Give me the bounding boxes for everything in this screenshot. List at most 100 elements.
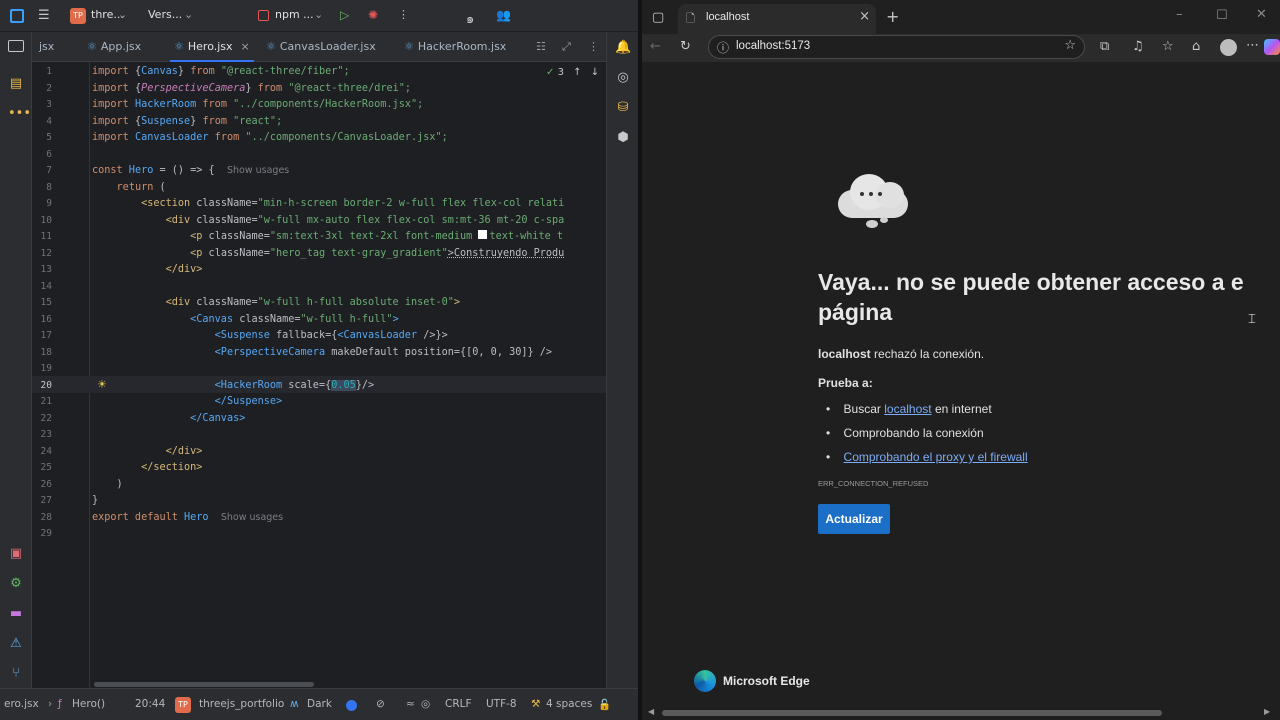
favorites-icon[interactable]: ☆: [1162, 39, 1174, 55]
settings-more-icon[interactable]: ⋯: [1246, 38, 1259, 54]
close-window-icon[interactable]: ✕: [1256, 7, 1267, 23]
page-hscrollbar[interactable]: [662, 710, 1162, 716]
chevron-down-icon[interactable]: ⌄: [314, 8, 323, 21]
lock-icon[interactable]: 🔓: [598, 698, 611, 711]
structure-icon[interactable]: ▤: [8, 76, 24, 92]
editor-hscrollbar[interactable]: [94, 682, 314, 687]
tab-app-jsx[interactable]: ⚛ App.jsx: [87, 32, 141, 62]
tab-list-icon[interactable]: ☷: [536, 32, 546, 62]
line-ending[interactable]: CRLF: [445, 698, 472, 710]
services-icon[interactable]: ⚙: [8, 576, 24, 592]
database-icon[interactable]: ⛁: [615, 100, 631, 116]
project-badge[interactable]: TP: [70, 8, 86, 24]
extensions-icon[interactable]: ⧉: [1100, 39, 1109, 55]
tab-hackerroom-jsx[interactable]: ⚛ HackerRoom.jsx: [404, 32, 506, 62]
status-dot-icon[interactable]: [346, 700, 357, 711]
line-number: 2: [46, 82, 52, 94]
line-number: 23: [40, 429, 52, 440]
git-branch-icon[interactable]: ⑂: [8, 666, 24, 682]
scroll-right-icon[interactable]: ▶: [1264, 707, 1270, 716]
edge-logo-icon: [694, 670, 716, 692]
status-theme[interactable]: Dark: [307, 698, 332, 710]
line-number: 5: [46, 132, 52, 143]
color-swatch[interactable]: [478, 230, 488, 239]
proxy-firewall-link[interactable]: Comprobando el proxy y el firewall: [844, 450, 1028, 464]
close-tab-icon[interactable]: ×: [859, 9, 870, 24]
more-vertical-icon[interactable]: ⋮: [588, 32, 599, 62]
sync-icon[interactable]: ≈: [406, 698, 415, 710]
chevron-down-icon[interactable]: ⌄: [184, 8, 193, 21]
code-line: import {Suspense} from "react";: [92, 115, 283, 127]
run-icon[interactable]: ▷: [340, 8, 349, 22]
scroll-left-icon[interactable]: ◀: [648, 707, 654, 716]
status-project[interactable]: threejs_portfolio: [199, 698, 284, 710]
hamburger-menu-icon[interactable]: ☰: [38, 8, 50, 23]
refresh-icon[interactable]: ↻: [680, 39, 691, 55]
line-number: 19: [40, 363, 52, 374]
error-host: localhost: [818, 347, 871, 361]
browser-tab[interactable]: 🗋 localhost ×: [678, 4, 876, 34]
code-line: <HackerRoom scale={0.05}/>: [214, 379, 375, 391]
more-vertical-icon[interactable]: ⋮: [398, 8, 409, 21]
vcs-menu[interactable]: Vers...: [148, 8, 182, 21]
indent-setting[interactable]: 4 spaces: [546, 698, 592, 710]
maximize-icon[interactable]: ☐: [1216, 8, 1228, 24]
tab-label: CanvasLoader.jsx: [279, 40, 376, 53]
error-title: Vaya... no se puede obtener acceso a e p…: [818, 269, 1244, 325]
file-encoding[interactable]: UTF-8: [486, 698, 517, 710]
suggestion-proxy: • Comprobando el proxy y el firewall: [826, 450, 1028, 464]
code-with-me-icon[interactable]: 👥: [496, 8, 511, 22]
error-code: ERR_CONNECTION_REFUSED: [818, 479, 929, 488]
debug-icon[interactable]: ✺: [368, 8, 378, 22]
notifications-bell-icon[interactable]: 🔔: [615, 40, 631, 56]
search-localhost-link[interactable]: localhost: [884, 402, 931, 416]
chevron-down-icon[interactable]: ⌄: [118, 8, 127, 21]
reload-button[interactable]: Actualizar: [818, 504, 890, 534]
minimize-icon[interactable]: –: [1176, 7, 1183, 23]
tab-jsx[interactable]: jsx: [39, 32, 54, 62]
show-usages-hint[interactable]: Show usages: [227, 165, 289, 176]
browser-essentials-icon[interactable]: ♫: [1132, 39, 1144, 55]
close-tab-icon[interactable]: ×: [241, 40, 250, 53]
cursor-position[interactable]: 20:44: [135, 698, 165, 710]
bookmarks-icon[interactable]: ▣: [8, 546, 24, 562]
code-line: }: [92, 495, 99, 506]
line-numbers: 1 2 3 4 5 6 7 8 9 10 11 12 13 14 15 16 17 18 19 20 21 22 23 24 2…: [32, 62, 54, 688]
code-editor[interactable]: import {Canvas} from "@react-three/fiber…: [92, 62, 606, 688]
profile-avatar[interactable]: [1220, 39, 1237, 56]
line-number: 6: [46, 148, 52, 160]
run-config-icon[interactable]: [258, 10, 269, 21]
no-highlight-icon[interactable]: ⊘: [376, 698, 385, 710]
code-line: <PerspectiveCamera makeDefault position=…: [214, 346, 553, 358]
react-icon: ⚛: [266, 40, 276, 53]
status-file[interactable]: ero.jsx: [4, 698, 39, 710]
favorite-star-icon[interactable]: ☆: [1064, 38, 1076, 53]
problems-icon[interactable]: ⚠: [8, 636, 24, 652]
status-function[interactable]: Hero(): [72, 698, 105, 710]
run-config-selector[interactable]: npm ...: [275, 8, 314, 21]
copilot-icon[interactable]: [1264, 39, 1280, 55]
more-tools-icon[interactable]: •••: [8, 106, 31, 122]
project-view-icon[interactable]: [8, 40, 24, 52]
error-page: Vaya... no se puede obtener acceso a e p…: [642, 62, 1280, 720]
status-project-badge[interactable]: TP: [175, 697, 191, 713]
tab-hero-jsx[interactable]: ⚛ Hero.jsx ×: [170, 32, 254, 62]
tab-canvasloader-jsx[interactable]: ⚛ CanvasLoader.jsx: [266, 32, 376, 62]
new-tab-icon[interactable]: +: [886, 9, 899, 25]
copilot-icon[interactable]: ◎: [421, 698, 430, 710]
info-icon[interactable]: ⓘ: [717, 39, 729, 56]
code-line: export default Hero Show usages: [92, 511, 284, 523]
ide-logo-icon[interactable]: [10, 9, 24, 23]
show-usages-hint[interactable]: Show usages: [221, 512, 283, 523]
address-bar[interactable]: ⓘ localhost:5173 ☆: [708, 35, 1085, 59]
ai-assistant-icon[interactable]: ◎: [615, 70, 631, 86]
plugin-icon[interactable]: ⬢: [615, 130, 631, 146]
terminal-icon[interactable]: ▬: [8, 606, 24, 622]
back-icon[interactable]: ←: [650, 39, 661, 55]
tab-actions-icon[interactable]: ▢: [652, 10, 664, 26]
line-number: 28: [40, 511, 52, 523]
ai-spiral-icon[interactable]: ๑: [466, 8, 474, 29]
browser-tabbar: ▢ 🗋 localhost × + – ☐ ✕: [642, 0, 1280, 34]
expand-editor-icon[interactable]: ⤢: [562, 32, 571, 62]
collections-icon[interactable]: ⌂: [1192, 39, 1200, 55]
